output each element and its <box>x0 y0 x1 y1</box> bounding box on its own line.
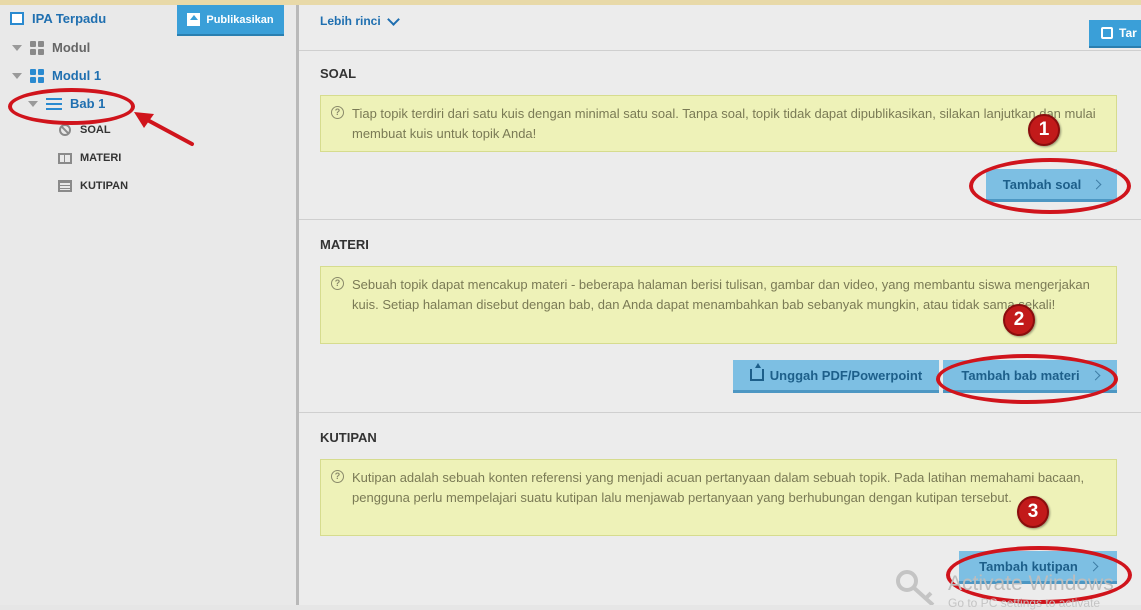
caret-down-icon <box>12 72 22 79</box>
chevron-right-icon <box>1091 179 1102 189</box>
tree-root[interactable]: IPA Terpadu <box>10 11 106 26</box>
sidebar-subitem-label: KUTIPAN <box>80 180 129 192</box>
course-icon <box>10 12 24 25</box>
upload-icon <box>749 363 764 381</box>
list-icon <box>46 97 62 110</box>
sidebar-item-bab-1[interactable]: Bab 1 <box>28 96 105 111</box>
sidebar <box>0 5 296 605</box>
sidebar-subitem-kutipan[interactable]: KUTIPAN <box>58 179 128 193</box>
no-entry-icon <box>58 123 72 137</box>
info-note-text: Sebuah topik dapat mencakup materi - beb… <box>352 277 1090 312</box>
sidebar-subitem-soal[interactable]: SOAL <box>58 123 111 137</box>
info-note-text: Kutipan adalah sebuah konten referensi y… <box>352 470 1085 505</box>
detail-toggle[interactable]: Lebih rinci <box>320 12 400 28</box>
step-badge-3: 3 <box>1017 496 1049 528</box>
section-title: SOAL <box>320 66 357 81</box>
sidebar-subitem-label: SOAL <box>80 124 111 136</box>
caret-down-icon <box>28 100 38 107</box>
step-badge-1: 1 <box>1028 114 1060 146</box>
book-icon <box>58 151 72 165</box>
preview-icon <box>1101 27 1113 39</box>
chevron-right-icon <box>1090 370 1101 380</box>
sidebar-item-label: Bab 1 <box>70 96 106 111</box>
info-note: ? Kutipan adalah sebuah konten referensi… <box>320 459 1117 536</box>
publish-label: Publikasikan <box>206 13 274 26</box>
key-icon <box>896 570 935 605</box>
top-right-button[interactable]: Tar <box>1089 20 1141 48</box>
button-label: Tambah bab materi <box>961 367 1080 383</box>
button-label: Tambah soal <box>1002 176 1082 192</box>
sidebar-item-label: Modul <box>52 40 91 55</box>
newspaper-icon <box>58 179 72 193</box>
add-question-button[interactable]: Tambah soal <box>986 169 1117 202</box>
info-note: ? Sebuah topik dapat mencakup materi - b… <box>320 266 1117 344</box>
section-title: KUTIPAN <box>320 430 377 445</box>
activation-watermark: Activate Windows <box>948 572 1114 595</box>
question-icon: ? <box>331 106 344 119</box>
modules-icon <box>30 40 44 55</box>
sidebar-item-modul[interactable]: Modul <box>12 40 90 55</box>
caret-down-icon <box>12 44 22 51</box>
chevron-right-icon <box>1088 561 1099 571</box>
upload-icon <box>187 13 201 26</box>
step-badge-2: 2 <box>1003 304 1035 336</box>
annotation-arrow <box>134 112 194 146</box>
sidebar-item-modul-1[interactable]: Modul 1 <box>12 68 101 83</box>
info-note-text: Tiap topik terdiri dari satu kuis dengan… <box>352 106 1096 141</box>
info-note: ? Tiap topik terdiri dari satu kuis deng… <box>320 95 1117 152</box>
publish-button[interactable]: Publikasikan <box>177 5 284 36</box>
chevron-down-icon <box>386 12 400 26</box>
button-label: Unggah PDF/Powerpoint <box>769 367 923 383</box>
top-right-button-label: Tar <box>1119 26 1137 40</box>
question-icon: ? <box>331 277 344 290</box>
sidebar-item-label: Modul 1 <box>52 68 102 83</box>
question-icon: ? <box>331 470 344 483</box>
section-soal: SOAL ? Tiap topik terdiri dari satu kuis… <box>299 50 1141 219</box>
section-title: MATERI <box>320 237 369 252</box>
modules-icon <box>30 68 44 83</box>
sidebar-subitem-label: MATERI <box>80 152 122 164</box>
tree-root-label: IPA Terpadu <box>32 11 107 26</box>
detail-label: Lebih rinci <box>320 14 381 28</box>
upload-pdf-button[interactable]: Unggah PDF/Powerpoint <box>733 360 939 393</box>
activation-watermark-subtitle: Go to PC settings to activate <box>948 596 1101 610</box>
sidebar-subitem-materi[interactable]: MATERI <box>58 151 121 165</box>
add-chapter-button[interactable]: Tambah bab materi <box>943 360 1117 393</box>
